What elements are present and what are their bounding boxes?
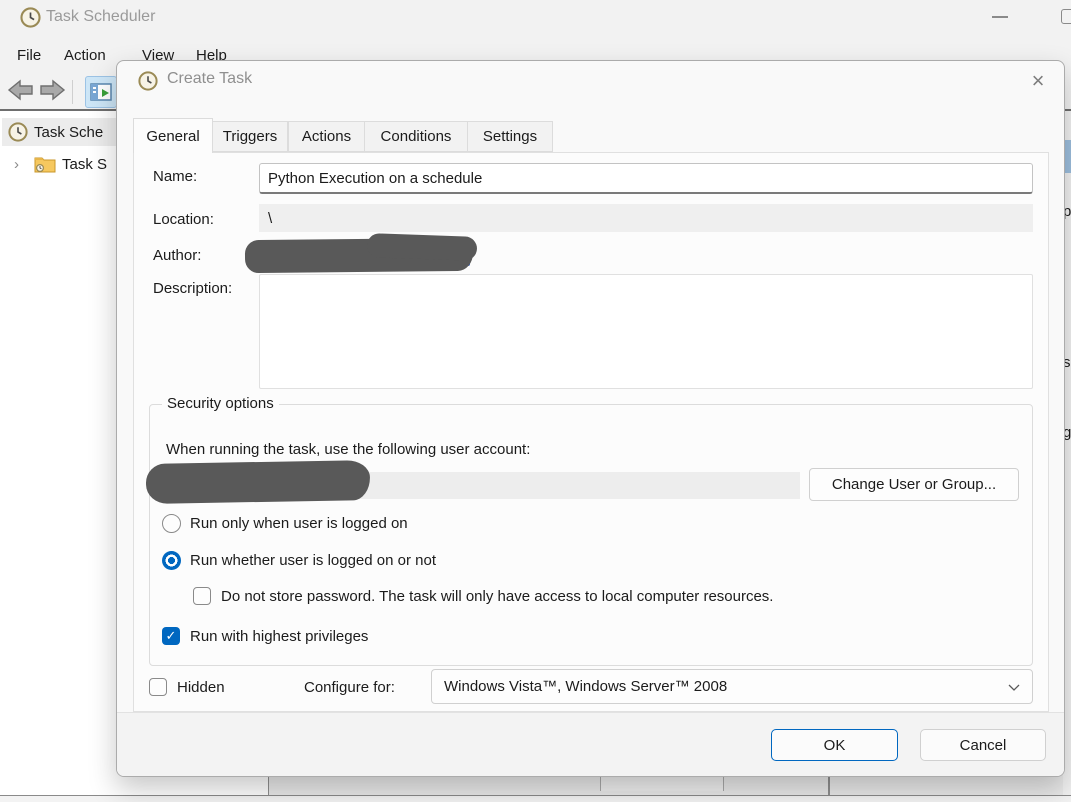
ok-button[interactable]: OK	[771, 729, 898, 761]
description-textarea[interactable]	[259, 274, 1033, 389]
tree-item-label: Task Sche	[34, 123, 104, 141]
console-tree-icon[interactable]	[85, 76, 117, 108]
cancel-button[interactable]: Cancel	[920, 729, 1046, 761]
location-value: \	[259, 204, 1033, 232]
window-title: Task Scheduler	[46, 8, 156, 25]
tree-clock-icon	[8, 122, 28, 142]
radio-run-only-logged-on[interactable]	[162, 514, 181, 533]
dialog-footer: OK Cancel	[117, 712, 1064, 776]
window-frame	[0, 796, 1071, 802]
checkbox-do-not-store-password-label: Do not store password. The task will onl…	[221, 588, 774, 605]
change-user-button[interactable]: Change User or Group...	[809, 468, 1019, 501]
radio-run-only-logged-on-label: Run only when user is logged on	[190, 515, 408, 532]
radio-run-logged-on-or-not[interactable]	[162, 551, 181, 570]
maximize-icon[interactable]	[1061, 9, 1071, 24]
checkbox-hidden[interactable]	[149, 678, 167, 696]
user-account-hint: When running the task, use the following…	[166, 441, 531, 458]
checkbox-run-highest-privileges-label: Run with highest privileges	[190, 628, 369, 645]
task-scheduler-window: Task Scheduler File Action View Help Tas…	[0, 0, 1071, 802]
menu-file[interactable]: File	[17, 47, 41, 64]
chevron-down-icon	[1008, 679, 1020, 696]
tab-settings[interactable]: Settings	[467, 121, 553, 152]
configure-for-value: Windows Vista™, Windows Server™ 2008	[444, 678, 728, 695]
radio-run-logged-on-or-not-label: Run whether user is logged on or not	[190, 552, 436, 569]
tree-expander-icon[interactable]: ›	[14, 156, 28, 173]
forward-arrow-icon[interactable]	[38, 78, 66, 102]
dialog-title: Create Task	[167, 70, 253, 87]
name-label: Name:	[153, 168, 198, 185]
back-arrow-icon[interactable]	[7, 78, 35, 102]
task-scheduler-clock-icon	[20, 7, 41, 28]
toolbar-separator	[72, 80, 73, 104]
checkbox-do-not-store-password[interactable]	[193, 587, 211, 605]
tree-item-label: Task S	[62, 155, 108, 173]
pane-divider	[828, 775, 830, 795]
configure-for-label: Configure for:	[304, 679, 395, 696]
close-icon[interactable]: ×	[1020, 65, 1056, 97]
minimize-icon[interactable]	[992, 16, 1008, 18]
background-content-strip	[269, 758, 1063, 795]
tab-actions[interactable]: Actions	[288, 121, 365, 152]
checkbox-hidden-label: Hidden	[177, 679, 225, 696]
security-options-legend: Security options	[162, 395, 279, 412]
author-redaction-scribble	[366, 233, 478, 261]
tab-triggers[interactable]: Triggers	[212, 121, 288, 152]
check-icon: ✓	[165, 628, 177, 643]
author-label: Author:	[153, 247, 202, 264]
create-task-dialog: Create Task × General Triggers Actions C…	[116, 60, 1065, 777]
configure-for-dropdown[interactable]: Windows Vista™, Windows Server™ 2008	[431, 669, 1033, 704]
folder-clock-icon	[34, 155, 56, 173]
create-task-clock-icon	[138, 71, 158, 91]
tab-general[interactable]: General	[133, 118, 213, 153]
tab-conditions[interactable]: Conditions	[364, 121, 468, 152]
name-input[interactable]	[259, 163, 1033, 194]
security-options-group: Security options When running the task, …	[145, 395, 1033, 666]
checkbox-run-highest-privileges[interactable]: ✓	[162, 627, 180, 645]
account-redaction-scribble	[145, 460, 371, 504]
location-label: Location:	[153, 211, 214, 228]
description-label: Description:	[153, 280, 233, 297]
menu-action[interactable]: Action	[64, 47, 106, 64]
